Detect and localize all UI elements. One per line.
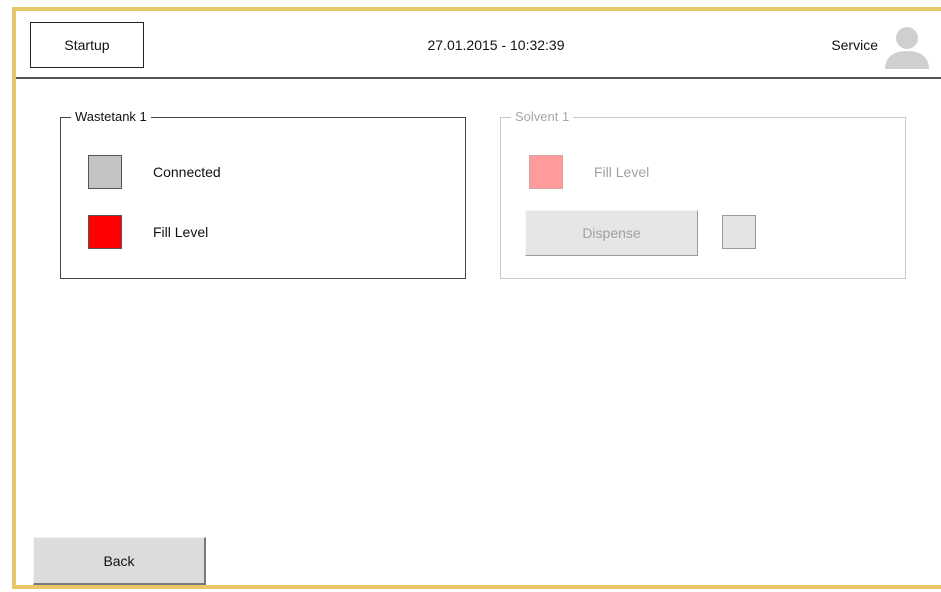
solvent-group: Solvent 1 Fill Level Dispense — [500, 109, 906, 279]
waste-fill-level-indicator — [88, 215, 122, 249]
header-bar: Startup 27.01.2015 - 10:32:39 Service — [16, 11, 941, 79]
dispense-status-indicator — [722, 215, 756, 249]
window-frame — [12, 7, 941, 589]
waste-fill-level-label: Fill Level — [153, 224, 209, 240]
wastetank-group: Wastetank 1 Connected Fill Level — [60, 109, 466, 279]
datetime-display: 27.01.2015 - 10:32:39 — [427, 37, 565, 53]
solvent-fill-level-indicator — [529, 155, 563, 189]
connected-indicator — [88, 155, 122, 189]
connected-label: Connected — [153, 164, 221, 180]
solvent-fill-level-label: Fill Level — [594, 164, 650, 180]
user-icon[interactable] — [882, 25, 932, 69]
back-button[interactable]: Back — [33, 537, 206, 585]
wastetank-title: Wastetank 1 — [71, 109, 151, 125]
solvent-title: Solvent 1 — [511, 109, 574, 125]
dispense-button[interactable]: Dispense — [525, 210, 698, 256]
user-role-label: Service — [831, 37, 878, 53]
startup-button[interactable]: Startup — [30, 22, 144, 68]
